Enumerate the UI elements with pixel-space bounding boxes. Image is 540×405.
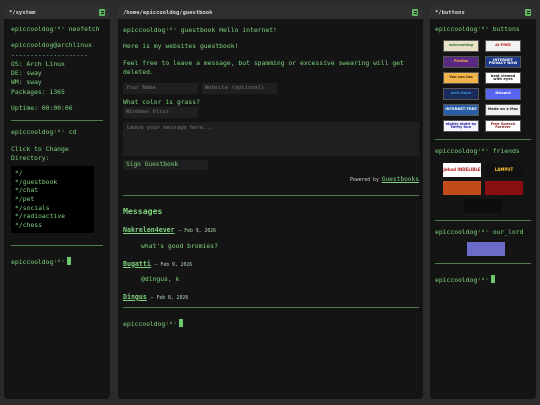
- buttons-pane: */buttons epiccooldog⁽ᴼ⁾ buttons epiccoo…: [430, 6, 536, 399]
- prompt-text: epiccooldog⁽ᴼ⁾: [435, 275, 489, 284]
- prompt-line: epiccooldog⁽ᴼ⁾: [435, 274, 531, 285]
- powered-by-label: Powered by: [349, 178, 379, 184]
- buttons-command: epiccooldog⁽ᴼ⁾ buttons: [435, 25, 520, 33]
- entry-author[interactable]: Dingus: [123, 293, 147, 301]
- cd-command: epiccooldog⁽ᴼ⁾ cd: [11, 128, 77, 137]
- badge-button[interactable]: Firefox: [443, 56, 479, 69]
- prompt-line: epiccooldog⁽ᴼ⁾: [123, 318, 419, 329]
- system-pane: */system epiccooldog⁽ᴼ⁾ neofetch epiccoo…: [4, 6, 110, 399]
- entry-date: – Feb 8, 2026: [150, 295, 189, 301]
- uptime-line: Uptime: 00:00:06: [11, 103, 73, 112]
- badge-button[interactable]: INTERNET FREE: [443, 104, 479, 117]
- badge-button[interactable]: eighty eight by thirty one: [443, 120, 479, 133]
- messages-heading: Messages: [123, 206, 163, 217]
- dir-chess[interactable]: */chess: [15, 221, 90, 230]
- divider: [435, 262, 531, 264]
- friend-button[interactable]: [485, 180, 523, 195]
- powered-by: Powered by Guestbooks: [123, 176, 419, 185]
- dashes-line: --------------------: [11, 50, 88, 59]
- host-line: epiccooldog@archlinux: [11, 41, 92, 50]
- guestbooks-link[interactable]: Guestbooks: [382, 176, 419, 183]
- badge-button[interactable]: arch linux: [443, 88, 479, 101]
- guestbook-entry: Bugatti – Feb 9, 2026 @dingus, k: [123, 260, 419, 285]
- cursor: [66, 256, 71, 265]
- badge-button[interactable]: Free Speech Forever: [485, 120, 521, 133]
- divider: [11, 120, 103, 122]
- system-body: epiccooldog⁽ᴼ⁾ neofetch epiccooldog@arch…: [4, 19, 110, 273]
- guestbook-body: epiccooldog⁽ᴼ⁾ guestbook Hello internet!…: [118, 19, 423, 335]
- neofetch-command: epiccooldog⁽ᴼ⁾ neofetch: [11, 25, 100, 33]
- intro-text: Here is my websites guestbook!: [123, 42, 239, 51]
- badge-button[interactable]: epiccooldog: [443, 40, 479, 53]
- our-lord-command: epiccooldog⁽ᴼ⁾ our_lord: [435, 227, 524, 236]
- system-title: */system: [9, 9, 36, 16]
- os-line: OS: Arch Linux: [11, 59, 65, 68]
- divider: [123, 195, 419, 197]
- terminal-icon: [412, 9, 418, 16]
- warning-text-1: Feel free to leave a message, but spammi…: [123, 58, 404, 67]
- warning-text-2: deleted.: [123, 67, 154, 76]
- prompt-text: epiccooldog⁽ᴼ⁾: [123, 319, 177, 328]
- dir-radioactive[interactable]: */radioactive: [15, 212, 90, 221]
- friend-button[interactable]: Jehad INDELIBLE: [443, 162, 481, 177]
- guestbook-entry: Dingus – Feb 8, 2026: [123, 293, 419, 303]
- guestbook-title: /home/epiccooldog/guestbook: [123, 9, 213, 16]
- prompt-line: epiccooldog⁽ᴼ⁾: [11, 256, 103, 267]
- badge-button[interactable]: You can too: [443, 72, 479, 85]
- directory-list: */ */guestbook */chat */pet */socials */…: [11, 166, 94, 233]
- dir-root[interactable]: */: [15, 169, 90, 178]
- friends-command: epiccooldog⁽ᴼ⁾ friends: [435, 147, 520, 156]
- badge-button[interactable]: Discord: [485, 88, 521, 101]
- entry-message: @dingus, k: [141, 275, 180, 284]
- friend-button[interactable]: [443, 180, 481, 195]
- message-textarea[interactable]: Leave your message here...: [123, 122, 419, 157]
- badge-button[interactable]: Made on a Mac: [485, 104, 521, 117]
- click-instruction-2: Directory:: [11, 153, 50, 162]
- terminal-icon: [99, 9, 105, 16]
- divider: [435, 139, 531, 141]
- cursor: [490, 274, 495, 283]
- divider: [123, 306, 419, 308]
- badge-button[interactable]: INTERNET PRIVACY NOW: [485, 56, 521, 69]
- system-titlebar: */system: [4, 6, 110, 19]
- friend-button[interactable]: [464, 198, 502, 213]
- cursor: [178, 318, 183, 327]
- prompt-text: epiccooldog⁽ᴼ⁾: [11, 257, 65, 266]
- entry-date: – Feb 9, 2026: [178, 229, 217, 235]
- terminal-icon: [525, 9, 531, 16]
- friend-button[interactable]: LAMPUT: [485, 162, 523, 177]
- captcha-input[interactable]: Windows bliss: [123, 107, 198, 119]
- wm-line: WM: sway: [11, 78, 42, 87]
- badge-button[interactable]: AI-FREE: [485, 40, 521, 53]
- captcha-question: What color is grass?: [123, 98, 200, 107]
- guestbook-pane: /home/epiccooldog/guestbook epiccooldog⁽…: [118, 6, 423, 399]
- guestbook-titlebar: /home/epiccooldog/guestbook: [118, 6, 423, 19]
- de-line: DE: sway: [11, 69, 42, 78]
- guestbook-entry: Nakrelen4ever – Feb 9, 2026 what's good …: [123, 226, 419, 251]
- buttons-titlebar: */buttons: [430, 6, 536, 19]
- name-input[interactable]: Your Name: [123, 83, 198, 95]
- buttons-body: epiccooldog⁽ᴼ⁾ buttons epiccooldog AI-FRE…: [430, 19, 536, 291]
- button-grid: epiccooldog AI-FREE Firefox INTERNET PRIVAC…: [443, 40, 531, 133]
- dir-chat[interactable]: */chat: [15, 186, 90, 195]
- divider: [435, 219, 531, 221]
- dir-socials[interactable]: */socials: [15, 204, 90, 213]
- packages-line: Packages: 1365: [11, 87, 65, 96]
- buttons-title: */buttons: [435, 9, 465, 16]
- entry-date: – Feb 9, 2026: [154, 262, 193, 268]
- our-lord-button[interactable]: [467, 241, 505, 256]
- sign-guestbook-button[interactable]: Sign Guestbook: [123, 160, 208, 171]
- guestbook-command: epiccooldog⁽ᴼ⁾ guestbook Hello internet!: [123, 26, 277, 34]
- entry-message: what's good bromies?: [141, 242, 218, 251]
- entry-author[interactable]: Bugatti: [123, 260, 151, 268]
- entry-author[interactable]: Nakrelen4ever: [123, 226, 175, 234]
- website-input[interactable]: Website (optional): [201, 83, 277, 95]
- divider: [11, 244, 103, 246]
- dir-guestbook[interactable]: */guestbook: [15, 178, 90, 187]
- click-instruction-1: Click to Change: [11, 144, 69, 153]
- badge-button[interactable]: best viewed with eyes: [485, 72, 521, 85]
- dir-pet[interactable]: */pet: [15, 195, 90, 204]
- friends-grid: Jehad INDELIBLE LAMPUT: [443, 162, 531, 213]
